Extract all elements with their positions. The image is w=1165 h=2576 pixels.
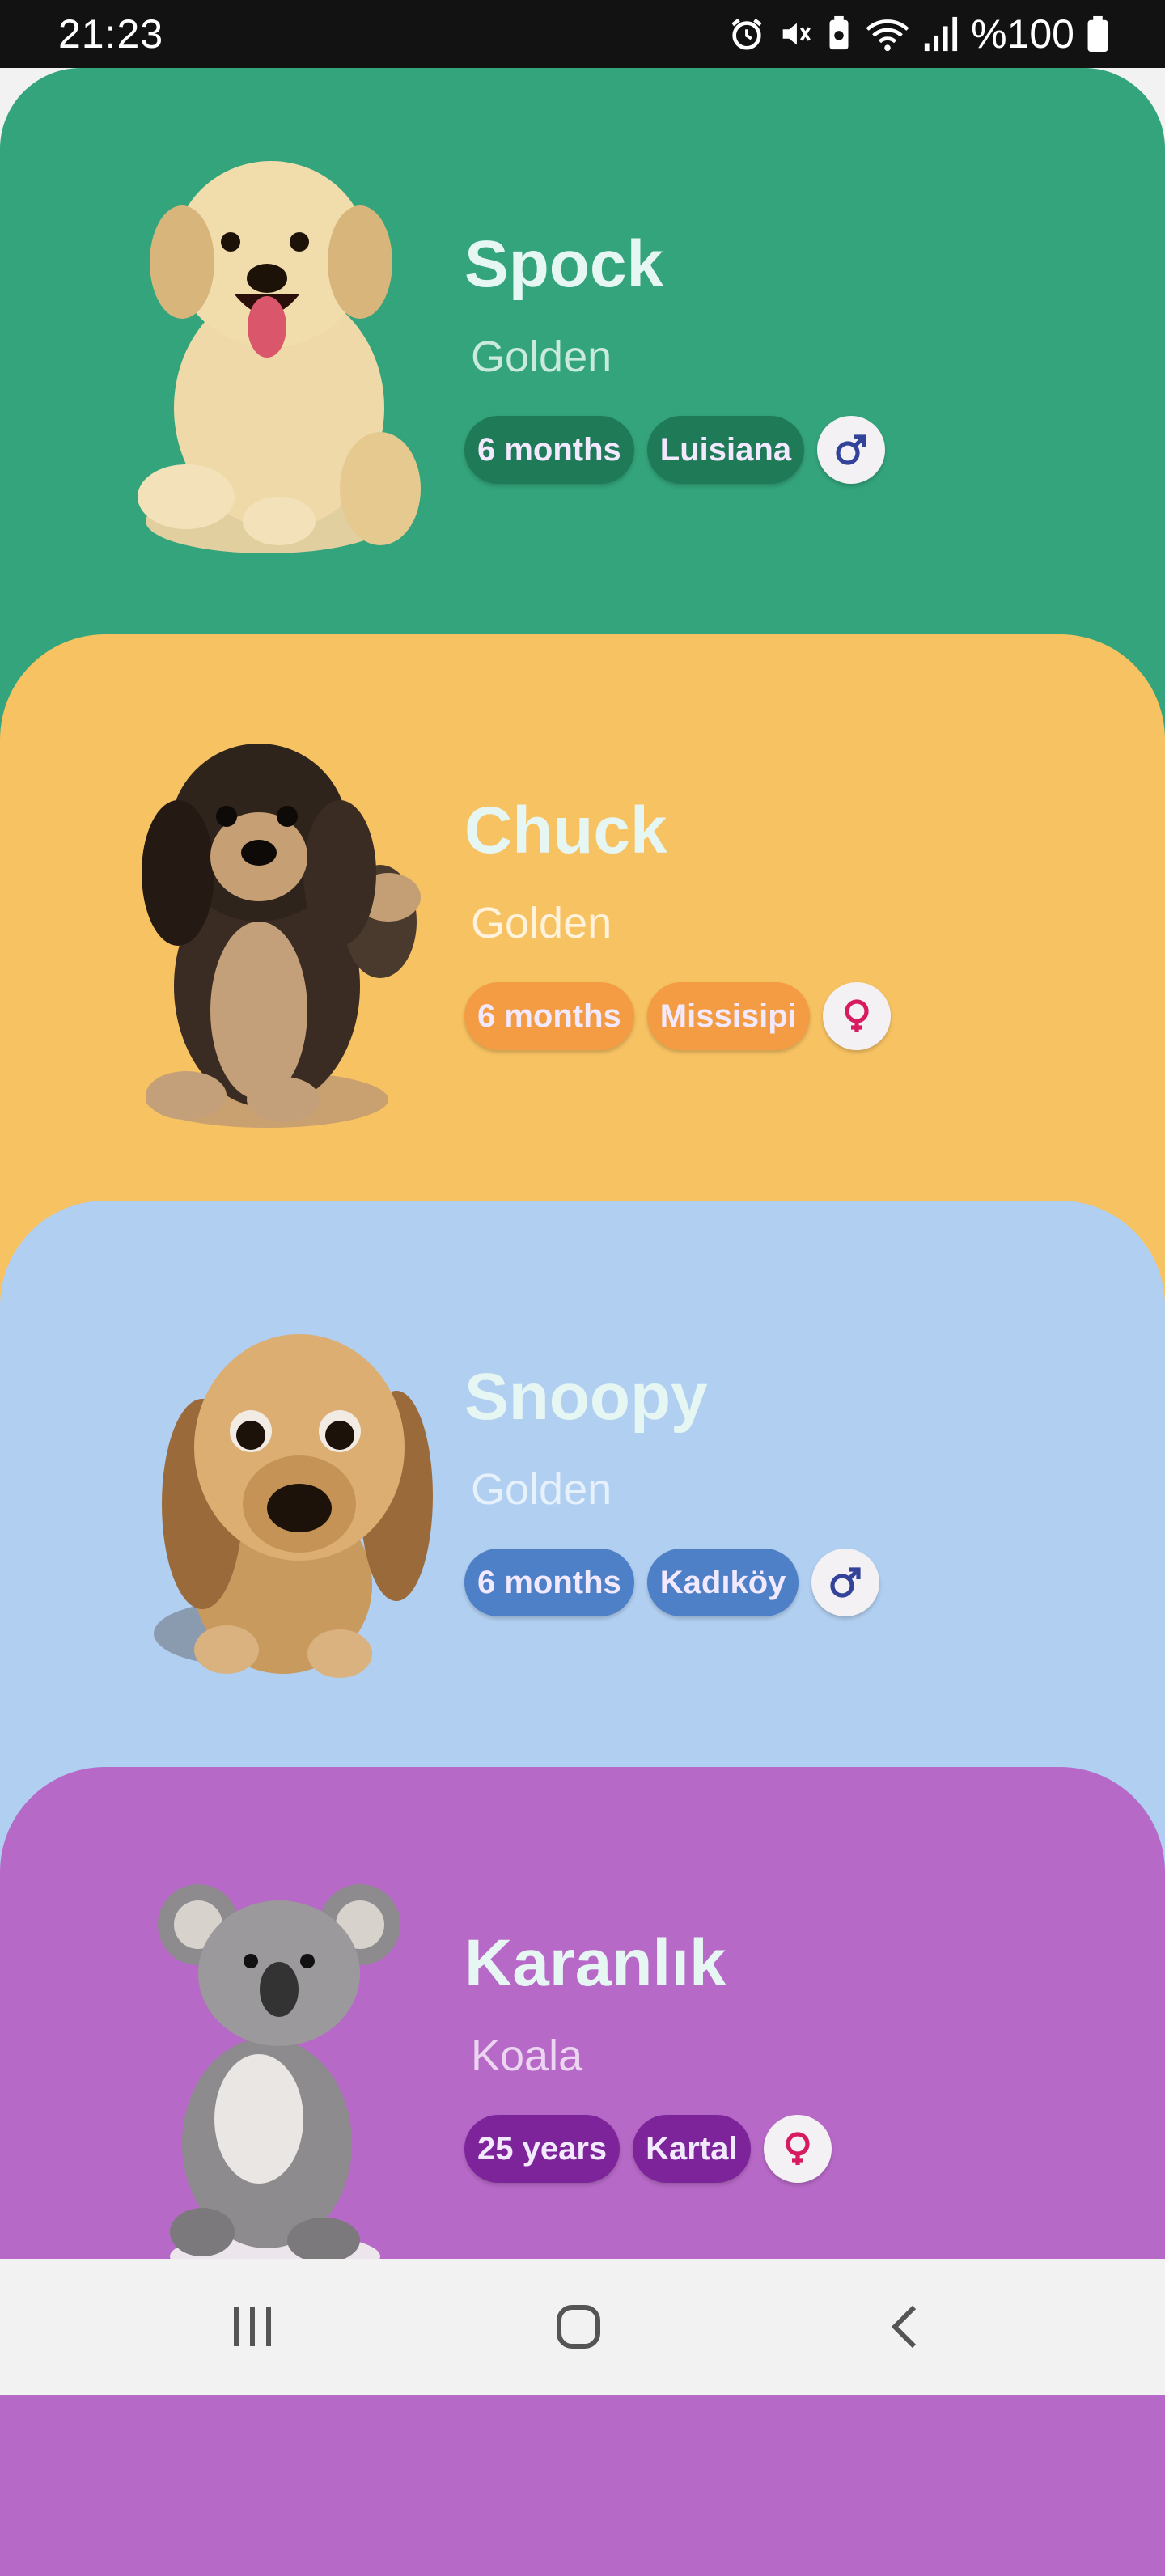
- pet-breed: Koala: [471, 2032, 583, 2080]
- pet-tags: 25 years Kartal: [464, 2115, 832, 2183]
- golden-puppy-image: [138, 161, 421, 553]
- back-icon[interactable]: [856, 2294, 953, 2359]
- age-chip: 6 months: [464, 416, 634, 484]
- location-chip: Kartal: [633, 2115, 751, 2183]
- female-icon: [822, 982, 891, 1050]
- pet-tags: 6 months Luisiana: [464, 416, 886, 484]
- pet-breed: Golden: [471, 1465, 612, 1514]
- home-icon[interactable]: [530, 2294, 627, 2359]
- age-chip: 6 months: [464, 982, 634, 1050]
- signal-icon: [922, 15, 958, 53]
- pet-name: Spock: [464, 227, 664, 301]
- male-icon: [811, 1549, 880, 1616]
- wifi-icon: [864, 15, 911, 53]
- status-time: 21:23: [58, 11, 164, 57]
- recent-apps-icon[interactable]: [205, 2294, 302, 2359]
- status-bar: 21:23 %100: [0, 0, 1165, 68]
- pet-name: Snoopy: [464, 1360, 708, 1434]
- status-icons: %100: [728, 11, 1110, 57]
- pet-breed: Golden: [471, 333, 612, 381]
- pet-tags: 6 months Missisipi: [464, 982, 891, 1050]
- mute-icon: [777, 15, 814, 53]
- pet-tags: 6 months Kadıköy: [464, 1549, 880, 1616]
- system-nav-bar: [0, 2259, 1165, 2395]
- battery-icon: [1086, 15, 1110, 53]
- pet-card-karanlik[interactable]: Karanlık Koala 25 years Kartal: [0, 1767, 1165, 2576]
- battery-saver-icon: [825, 15, 853, 53]
- male-icon: [817, 416, 886, 484]
- pet-breed: Golden: [471, 899, 612, 947]
- pet-name: Chuck: [464, 794, 667, 867]
- age-chip: 6 months: [464, 1549, 634, 1616]
- location-chip: Missisipi: [646, 982, 810, 1050]
- pet-name: Karanlık: [464, 1926, 727, 2000]
- age-chip: 25 years: [464, 2115, 621, 2183]
- spaniel-puppy-image: [154, 1334, 433, 1678]
- alarm-icon: [728, 15, 765, 53]
- battery-percentage: %100: [971, 11, 1074, 57]
- location-chip: Kadıköy: [646, 1549, 799, 1616]
- location-chip: Luisiana: [646, 416, 805, 484]
- koala-image: [158, 1884, 400, 2281]
- female-icon: [763, 2115, 832, 2183]
- dachshund-puppy-image: [142, 744, 421, 1128]
